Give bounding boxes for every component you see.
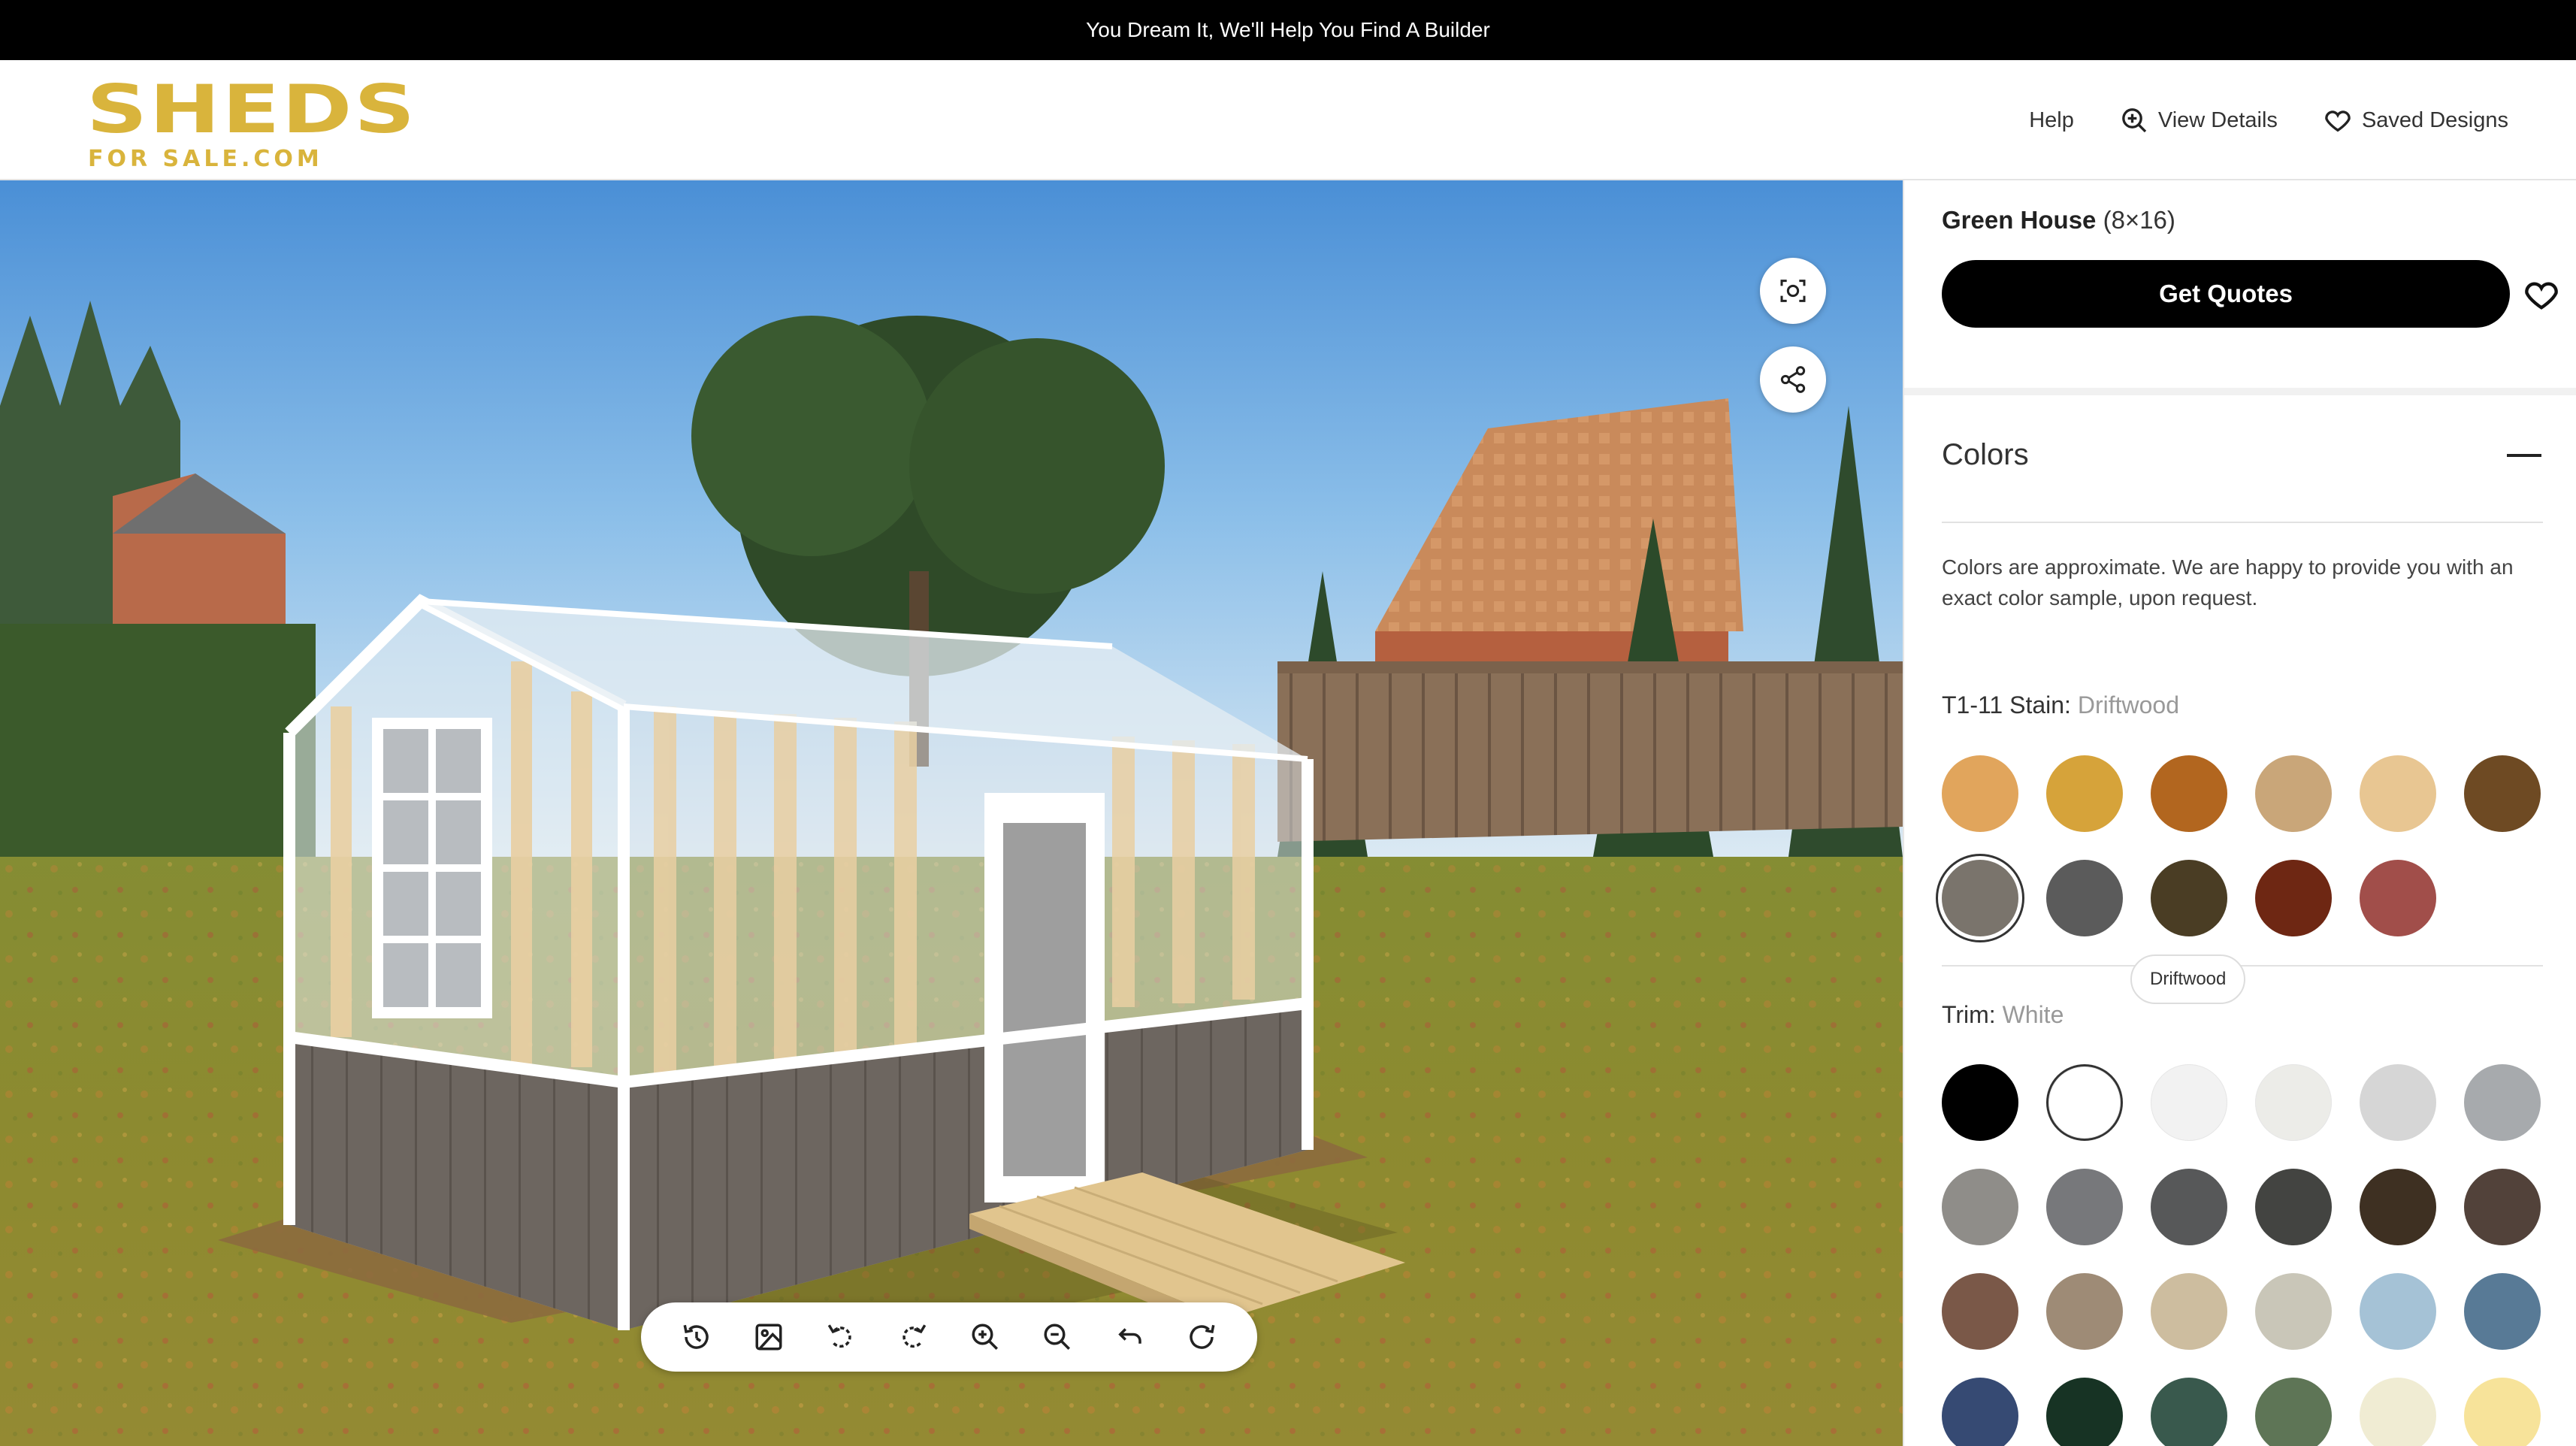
share-button[interactable] [1760, 346, 1826, 413]
ar-view-button[interactable] [1760, 258, 1826, 324]
trim-swatch[interactable] [2151, 1169, 2227, 1245]
stain-swatch[interactable] [2046, 755, 2123, 832]
get-quotes-button[interactable]: Get Quotes [1942, 260, 2510, 328]
view-details-label: View Details [2157, 107, 2278, 132]
reset-view-button[interactable] [674, 1314, 719, 1360]
trim-swatch[interactable] [1942, 1169, 2018, 1245]
product-title: Green House (8×16) [1942, 206, 2175, 234]
trim-swatch[interactable] [2360, 1273, 2436, 1350]
stain-swatch[interactable] [1936, 854, 2024, 942]
trim-swatch[interactable] [2255, 1378, 2332, 1446]
product-size: (8×16) [2103, 206, 2175, 234]
undo-button[interactable] [1107, 1314, 1152, 1360]
logo-main-text: SHEDS [86, 71, 417, 148]
stain-label: T1-11 Stain: Driftwood [1942, 691, 2179, 719]
stain-swatch[interactable] [2151, 755, 2227, 832]
view-details-link[interactable]: View Details [2119, 105, 2278, 135]
trim-swatch[interactable] [2046, 1273, 2123, 1350]
trim-swatch[interactable] [2046, 1064, 2123, 1141]
trim-selected-value: White [2002, 1001, 2064, 1028]
get-quotes-label: Get Quotes [2159, 280, 2293, 307]
colors-section-title[interactable]: Colors [1942, 438, 2029, 472]
header-nav: Help View Details Saved Designs [2029, 60, 2508, 180]
trim-swatch[interactable] [2151, 1064, 2227, 1141]
stain-swatches [1936, 755, 2541, 942]
refresh-button[interactable] [1179, 1314, 1224, 1360]
zoom-out-button[interactable] [1035, 1314, 1080, 1360]
rotate-right-button[interactable] [890, 1314, 936, 1360]
tooltip-text: Driftwood [2150, 969, 2227, 989]
stain-swatch[interactable] [2360, 755, 2436, 832]
zoom-in-icon [2122, 108, 2147, 133]
stain-swatch[interactable] [2464, 755, 2541, 832]
heart-icon[interactable] [2522, 275, 2561, 314]
panel-divider [1904, 388, 2576, 395]
trim-swatch[interactable] [2464, 1378, 2541, 1446]
divider [1942, 965, 2543, 967]
trim-swatch[interactable] [2464, 1273, 2541, 1350]
shed-3d-scene [0, 180, 1903, 1446]
site-header: SHEDS FOR SALE.COM Help View Details Sav… [0, 60, 2576, 180]
screenshot-button[interactable] [746, 1314, 791, 1360]
trim-label: Trim: White [1942, 1001, 2064, 1029]
help-link[interactable]: Help [2029, 108, 2074, 133]
image-icon [755, 1323, 782, 1351]
trim-swatch[interactable] [2046, 1378, 2123, 1446]
rotate-left-button[interactable] [818, 1314, 863, 1360]
trim-swatch[interactable] [2464, 1169, 2541, 1245]
trim-swatch[interactable] [2255, 1064, 2332, 1141]
trim-swatch[interactable] [2464, 1064, 2541, 1141]
trim-swatch[interactable] [2255, 1169, 2332, 1245]
trim-swatch[interactable] [2360, 1064, 2436, 1141]
divider [1942, 522, 2543, 523]
saved-designs-label: Saved Designs [2361, 107, 2508, 132]
share-icon [1780, 366, 1806, 393]
banner-text: You Dream It, We'll Help You Find A Buil… [1086, 18, 1490, 41]
trim-swatch[interactable] [1942, 1273, 2018, 1350]
swatch-tooltip: Driftwood [2130, 954, 2246, 1004]
ar-scan-icon [1780, 280, 1806, 302]
collapse-icon[interactable] [2507, 454, 2541, 457]
zoom-in-button[interactable] [963, 1314, 1008, 1360]
trim-swatch[interactable] [1942, 1064, 2018, 1141]
rotate-right-icon [903, 1324, 927, 1348]
trim-swatch[interactable] [2151, 1378, 2227, 1446]
stain-swatch[interactable] [2255, 860, 2332, 936]
rotate-left-icon [827, 1324, 851, 1348]
product-name: Green House [1942, 206, 2097, 234]
refresh-icon [1190, 1324, 1215, 1349]
site-logo[interactable]: SHEDS FOR SALE.COM [86, 77, 415, 173]
viewer-toolbar [641, 1302, 1257, 1372]
3d-viewer[interactable] [0, 180, 1903, 1446]
trim-swatch[interactable] [2151, 1273, 2227, 1350]
stain-label-text: T1-11 Stain: [1942, 691, 2071, 718]
config-panel: Green House (8×16) Get Quotes Colors Col… [1903, 180, 2576, 1446]
top-banner: You Dream It, We'll Help You Find A Buil… [0, 0, 2576, 60]
trim-swatches [1942, 1064, 2541, 1446]
trim-swatch[interactable] [2046, 1169, 2123, 1245]
stain-swatch[interactable] [2360, 860, 2436, 936]
zoom-out-icon [1044, 1323, 1070, 1350]
trim-swatch[interactable] [2360, 1169, 2436, 1245]
stain-swatch[interactable] [2151, 860, 2227, 936]
trim-swatch[interactable] [2360, 1378, 2436, 1446]
stain-swatch[interactable] [2255, 755, 2332, 832]
stain-selected-value: Driftwood [2077, 691, 2179, 718]
zoom-in-icon [972, 1323, 998, 1350]
help-label: Help [2029, 107, 2074, 132]
heart-icon [2325, 110, 2351, 132]
colors-note: Colors are approximate. We are happy to … [1942, 555, 2514, 610]
trim-swatch[interactable] [1942, 1378, 2018, 1446]
undo-icon [1118, 1328, 1141, 1344]
logo-sub-text: FOR SALE.COM [88, 146, 323, 172]
reset-view-icon [683, 1324, 709, 1349]
saved-designs-link[interactable]: Saved Designs [2323, 105, 2508, 135]
trim-label-text: Trim: [1942, 1001, 1996, 1028]
stain-swatch[interactable] [2046, 860, 2123, 936]
trim-swatch[interactable] [2255, 1273, 2332, 1350]
stain-swatch[interactable] [1942, 755, 2018, 832]
